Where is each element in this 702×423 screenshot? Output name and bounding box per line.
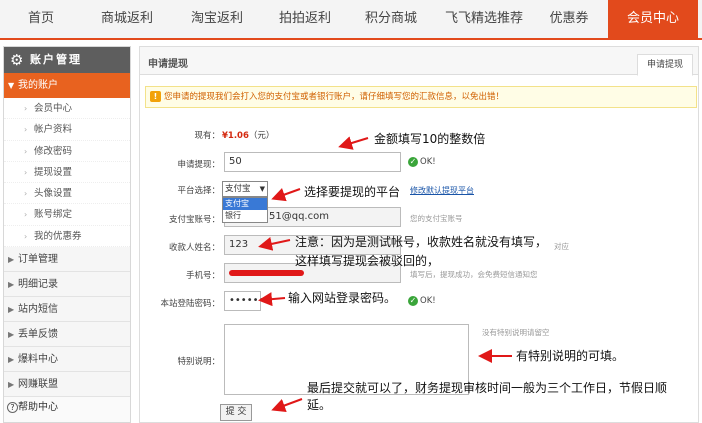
arrow-name: [258, 237, 291, 251]
arrow-submit: [271, 398, 303, 413]
arrow-password: [258, 292, 286, 307]
annotation-password: 输入网站登录密码。: [288, 291, 397, 305]
annotation-amount: 金额填写10的整数倍: [374, 132, 486, 146]
arrow-platform: [271, 188, 301, 202]
arrow-amount: [338, 136, 369, 150]
page: { "nav": { "items": ["首页", "商城返利", "淘宝返利…: [0, 0, 702, 423]
annotation-note: 有特别说明的可填。: [516, 349, 625, 363]
annotation-submit-line2: 延。: [307, 398, 332, 412]
annotation-submit-line1: 最后提交就可以了，财务提现审核时间一般为三个工作日，节假日顺: [307, 381, 668, 395]
annotation-name-line2: 这样填写提现会被驳回的，: [295, 254, 440, 268]
annotation-name-line1: 注意：因为是测试帐号，收款姓名就没有填写，: [295, 235, 548, 249]
annotation-platform: 选择要提现的平台: [304, 185, 401, 199]
